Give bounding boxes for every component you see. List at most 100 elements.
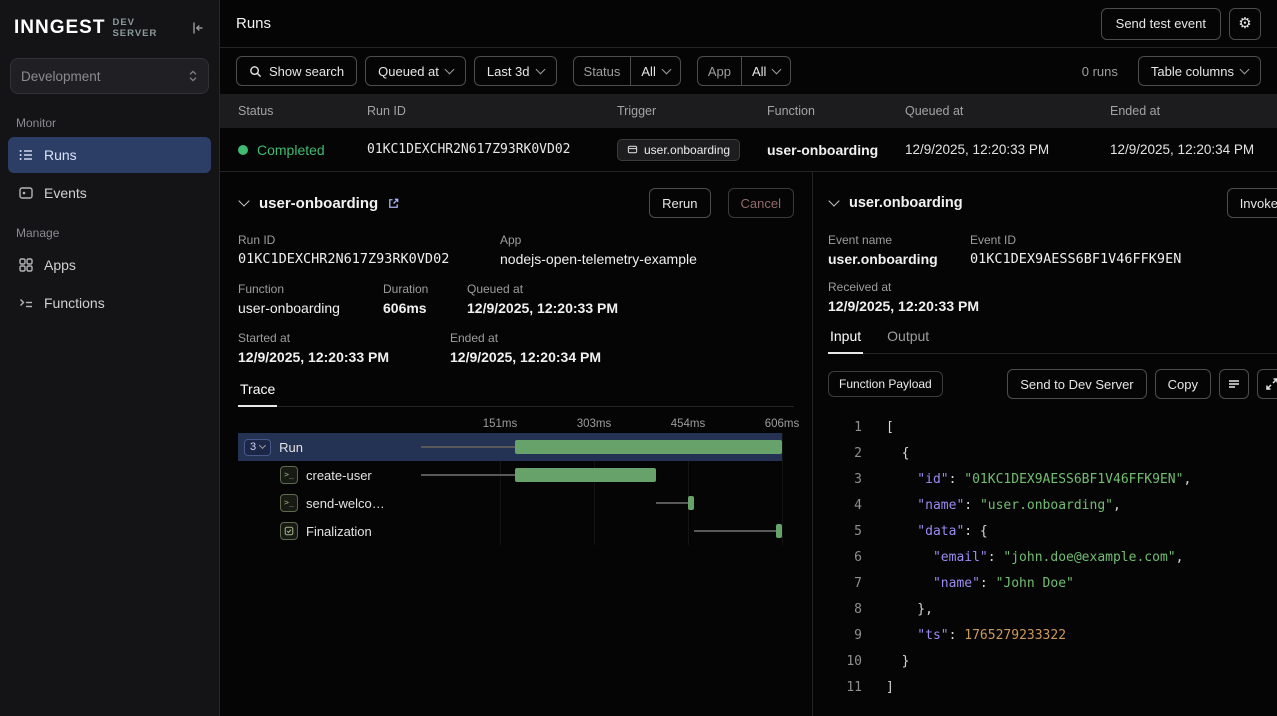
trigger-badge: user.onboarding: [617, 139, 740, 161]
queued-at-dropdown[interactable]: Queued at: [365, 56, 466, 86]
trigger-badge-label: user.onboarding: [644, 143, 730, 157]
trace-expand-toggle[interactable]: 3: [244, 439, 271, 456]
axis-tick: 454ms: [671, 418, 706, 430]
copy-button[interactable]: Copy: [1155, 369, 1211, 399]
event-title: user.onboarding: [849, 195, 963, 211]
sidebar-item-functions[interactable]: Functions: [8, 285, 211, 321]
external-link-icon[interactable]: [387, 197, 400, 210]
table-row[interactable]: Completed 01KC1DEXCHR2N617Z93RK0VD02 use…: [220, 128, 1277, 172]
runs-count: 0 runs: [1082, 64, 1118, 79]
collapse-sidebar-icon: [189, 20, 205, 36]
expand-payload-button[interactable]: [1257, 369, 1277, 399]
status-label: Completed: [257, 142, 325, 158]
table-columns-dropdown[interactable]: Table columns: [1138, 56, 1261, 86]
apps-icon: [18, 257, 34, 273]
run-details-panel: user-onboarding Rerun Cancel: [220, 172, 813, 716]
status-filter-dropdown[interactable]: All: [631, 57, 679, 85]
trace-step-count: 3: [250, 441, 256, 453]
events-icon: [18, 185, 34, 201]
tab-trace[interactable]: Trace: [238, 381, 277, 406]
tab-output[interactable]: Output: [885, 328, 931, 353]
environment-select[interactable]: Development: [10, 58, 209, 94]
sidebar-section-manage: Manage: [16, 226, 203, 240]
gear-icon: ⚙: [1238, 16, 1251, 31]
trace-row-finalization[interactable]: Finalization: [238, 517, 782, 545]
trace-row-send-welcome[interactable]: >_ send-welco…: [238, 489, 782, 517]
code-line: 1[: [828, 415, 1277, 441]
code-line: 11]: [828, 675, 1277, 701]
sidebar-section-monitor: Monitor: [16, 116, 203, 130]
filter-bar: Show search Queued at Last 3d Status All…: [220, 48, 1277, 94]
started-at-field: Started at 12/9/2025, 12:20:33 PM: [238, 331, 450, 365]
run-collapse-toggle[interactable]: [238, 199, 250, 207]
settings-button[interactable]: ⚙: [1229, 8, 1261, 40]
select-chevrons-icon: [188, 69, 198, 83]
send-to-dev-server-button[interactable]: Send to Dev Server: [1007, 369, 1146, 399]
column-header-ended-at: Ended at: [1110, 104, 1277, 118]
function-link[interactable]: user-onboarding: [238, 300, 383, 316]
axis-tick: 606ms: [765, 418, 800, 430]
chevron-down-icon: [259, 442, 266, 449]
queued-at-field-value: 12/9/2025, 12:20:33 PM: [467, 300, 618, 316]
wrap-lines-button[interactable]: [1219, 369, 1249, 399]
payload-toolbar: Function Payload Send to Dev Server Copy: [828, 369, 1277, 399]
invoke-label: Invoke: [1240, 196, 1277, 211]
sidebar-item-apps[interactable]: Apps: [8, 247, 211, 283]
rerun-button[interactable]: Rerun: [649, 188, 710, 218]
send-test-event-button[interactable]: Send test event: [1101, 8, 1221, 40]
app-filter-dropdown[interactable]: All: [742, 57, 790, 85]
sidebar-item-label: Apps: [44, 257, 76, 273]
cancel-button[interactable]: Cancel: [728, 188, 794, 218]
table-columns-label: Table columns: [1151, 64, 1234, 79]
tab-input[interactable]: Input: [828, 328, 863, 353]
code-line: 10 }: [828, 649, 1277, 675]
code-line: 6 "email": "john.doe@example.com",: [828, 545, 1277, 571]
app-field-label: App: [500, 233, 697, 247]
event-panel-tabs: Input Output: [828, 328, 1277, 354]
top-bar: Runs Send test event ⚙: [220, 0, 1277, 48]
code-line: 7 "name": "John Doe": [828, 571, 1277, 597]
run-id-field: Run ID 01KC1DEXCHR2N617Z93RK0VD02: [238, 233, 500, 267]
cancel-label: Cancel: [741, 196, 781, 211]
app-field: App nodejs-open-telemetry-example: [500, 233, 697, 267]
search-icon: [249, 65, 262, 78]
rerun-label: Rerun: [662, 196, 697, 211]
function-payload-chip: Function Payload: [828, 371, 943, 397]
sidebar-item-label: Runs: [44, 147, 77, 163]
received-at-value: 12/9/2025, 12:20:33 PM: [828, 298, 979, 314]
show-search-button[interactable]: Show search: [236, 56, 357, 86]
step-run-icon: >_: [280, 466, 298, 484]
column-header-function: Function: [767, 104, 905, 118]
trace-row-label: Run: [279, 440, 303, 455]
sidebar-item-events[interactable]: Events: [8, 175, 211, 211]
chevron-down-icon: [535, 64, 545, 74]
run-id-cell: 01KC1DEXCHR2N617Z93RK0VD02: [367, 142, 617, 157]
sidebar-item-runs[interactable]: Runs: [8, 137, 211, 173]
trace-row-run[interactable]: 3 Run: [238, 433, 782, 461]
started-at-field-label: Started at: [238, 331, 450, 345]
function-cell: user-onboarding: [767, 142, 905, 158]
ended-at-field-value: 12/9/2025, 12:20:34 PM: [450, 349, 601, 365]
status-filter-group: Status All: [573, 56, 681, 86]
table-header: Status Run ID Trigger Function Queued at…: [220, 94, 1277, 128]
trace-waterfall: 151ms 303ms 454ms 606ms: [238, 411, 782, 545]
send-to-dev-server-label: Send to Dev Server: [1020, 377, 1133, 392]
trace-row-create-user[interactable]: >_ create-user: [238, 461, 782, 489]
chevron-down-icon: [661, 64, 671, 74]
event-id-value: 01KC1DEX9AESS6BF1V46FFK9EN: [970, 251, 1181, 267]
sidebar-item-label: Events: [44, 185, 87, 201]
time-range-dropdown[interactable]: Last 3d: [474, 56, 557, 86]
invoke-button[interactable]: Invoke: [1227, 188, 1277, 218]
sidebar-collapse-button[interactable]: [189, 20, 205, 36]
event-collapse-toggle[interactable]: [828, 199, 840, 207]
code-line: 8 },: [828, 597, 1277, 623]
code-line: 5 "data": {: [828, 519, 1277, 545]
run-panel-tabs: Trace: [238, 381, 794, 407]
app-link[interactable]: nodejs-open-telemetry-example: [500, 251, 697, 267]
run-title: user-onboarding: [259, 195, 378, 212]
trace-time-axis: 151ms 303ms 454ms 606ms: [238, 411, 782, 433]
step-run-icon: >_: [280, 494, 298, 512]
show-search-label: Show search: [269, 64, 344, 79]
lines-icon: [1227, 377, 1241, 391]
app-filter-label: App: [698, 57, 742, 85]
